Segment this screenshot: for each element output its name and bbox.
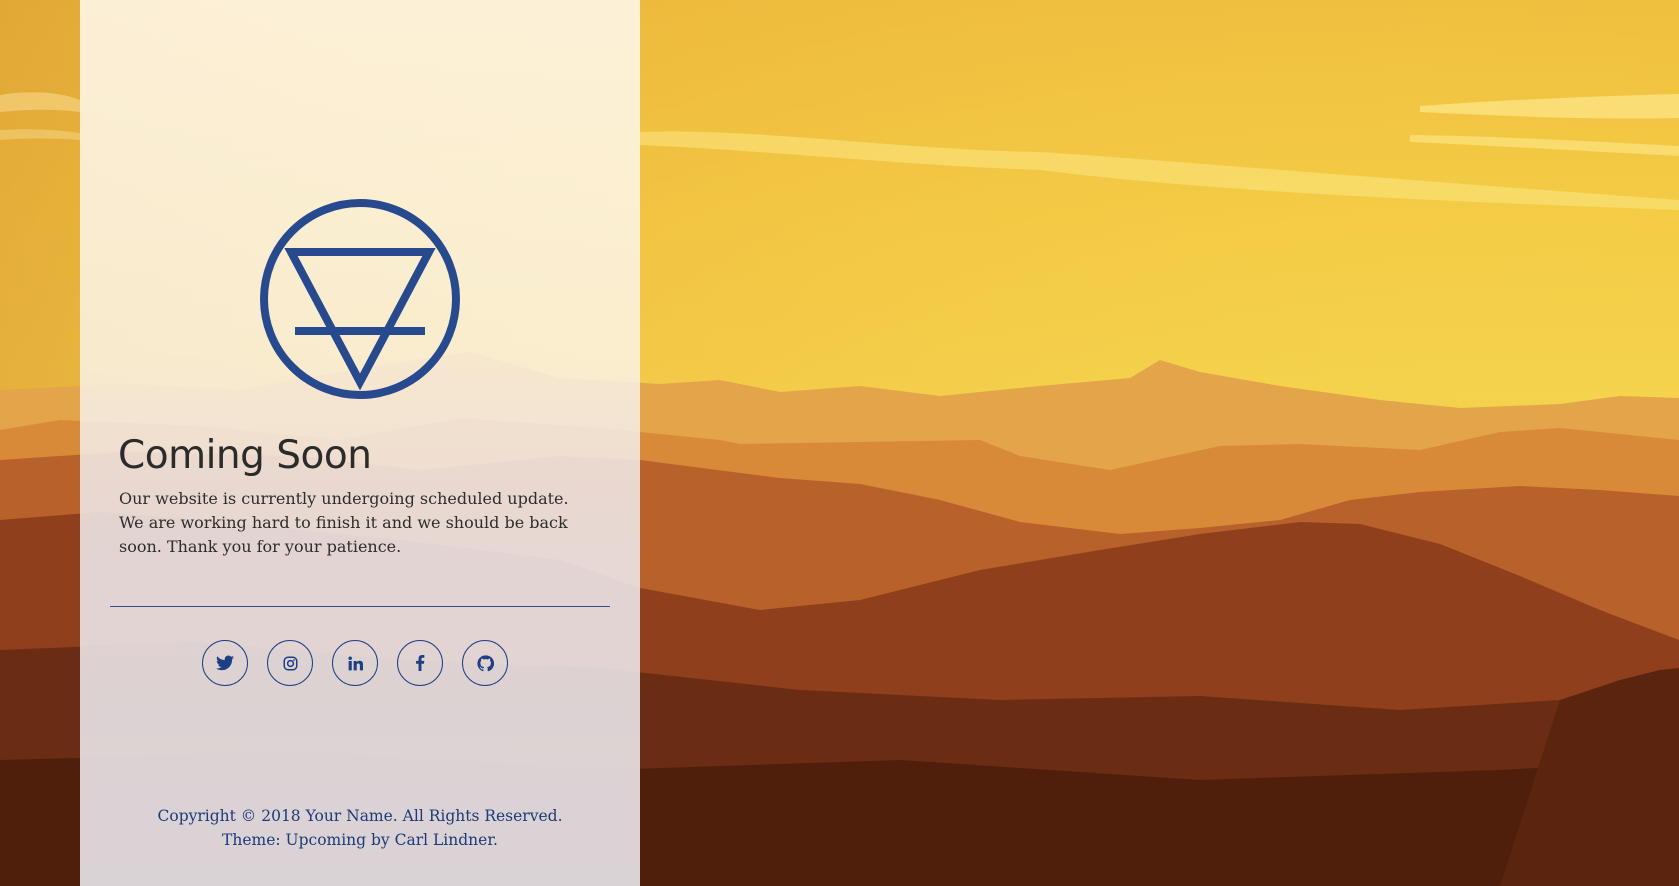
content-panel: Coming Soon Our website is currently und…: [80, 0, 640, 886]
instagram-button[interactable]: [267, 640, 313, 686]
divider: [110, 606, 610, 607]
twitter-button[interactable]: [202, 640, 248, 686]
footer: Copyright © 2018 Your Name. All Rights R…: [80, 804, 640, 852]
status-message: Our website is currently undergoing sche…: [119, 489, 569, 556]
github-button[interactable]: [462, 640, 508, 686]
social-links: [202, 640, 518, 688]
instagram-icon: [283, 656, 297, 670]
theme-credit: Theme: Upcoming by Carl Lindner.: [222, 831, 498, 849]
github-icon: [476, 654, 494, 671]
twitter-icon: [216, 655, 234, 671]
facebook-icon: [416, 655, 425, 671]
linkedin-icon: [347, 655, 363, 670]
earth-symbol-icon: [257, 196, 463, 402]
linkedin-button[interactable]: [332, 640, 378, 686]
copyright-text: Copyright © 2018 Your Name. All Rights R…: [157, 807, 563, 825]
page-title: Coming Soon: [118, 433, 372, 478]
facebook-button[interactable]: [397, 640, 443, 686]
